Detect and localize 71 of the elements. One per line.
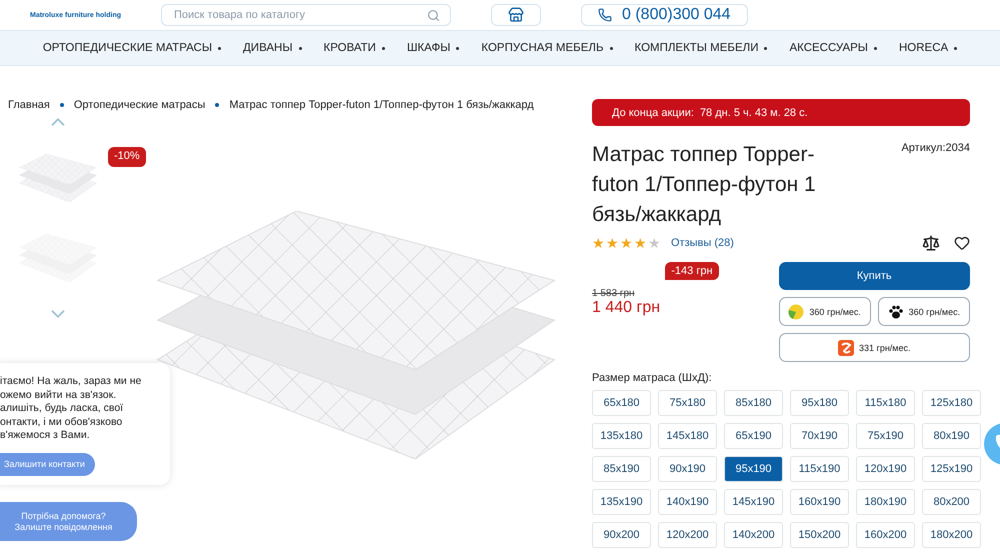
stores-button[interactable] bbox=[491, 4, 541, 26]
size-option[interactable]: 65x190 bbox=[724, 423, 783, 449]
size-option[interactable]: 75x180 bbox=[658, 390, 717, 416]
size-option[interactable]: 125x190 bbox=[922, 456, 981, 482]
search-field[interactable]: Поиск товара по каталогу bbox=[172, 8, 402, 22]
nav-link[interactable]: КОРПУСНАЯ МЕБЕЛЬ bbox=[481, 42, 612, 54]
breadcrumb-link[interactable]: Главная bbox=[8, 99, 50, 111]
lemon-icon bbox=[788, 304, 804, 320]
size-option[interactable]: 180x190 bbox=[856, 489, 915, 515]
phone-number[interactable]: 0 (800)300 044 bbox=[622, 6, 731, 24]
size-option[interactable]: 95x190 bbox=[724, 456, 783, 482]
reviews-link[interactable]: Отзывы (28) bbox=[671, 237, 734, 249]
size-option[interactable]: 125x180 bbox=[922, 390, 981, 416]
nav-link[interactable]: ДИВАНЫ bbox=[243, 42, 302, 54]
discount-badge: -10% bbox=[108, 147, 146, 167]
old-price: 1 583 грн bbox=[592, 288, 636, 299]
size-option[interactable]: 140x190 bbox=[658, 489, 717, 515]
breadcrumb-dot bbox=[60, 103, 64, 107]
store-icon bbox=[508, 7, 524, 23]
size-option[interactable]: 65x180 bbox=[592, 390, 651, 416]
shield-logo-icon bbox=[838, 340, 854, 356]
size-option[interactable]: 135x190 bbox=[592, 489, 651, 515]
size-option[interactable]: 85x180 bbox=[724, 390, 783, 416]
nav-link[interactable]: КОМПЛЕКТЫ МЕБЕЛИ bbox=[634, 42, 768, 54]
size-option[interactable]: 160x190 bbox=[790, 489, 849, 515]
size-option[interactable]: 160x200 bbox=[856, 522, 915, 548]
price: 1 440 грн bbox=[592, 299, 662, 317]
product-title: Матрас топпер Topper-futon 1/Топпер-футон 1 бязь/жаккард bbox=[592, 142, 817, 228]
size-option[interactable]: 95x180 bbox=[790, 390, 849, 416]
size-option[interactable]: 115x190 bbox=[790, 456, 849, 482]
size-option[interactable]: 145x180 bbox=[658, 423, 717, 449]
size-option[interactable]: 80x190 bbox=[922, 423, 981, 449]
nav-link[interactable]: КРОВАТИ bbox=[324, 42, 385, 54]
nav-link[interactable]: HORECA bbox=[898, 42, 958, 54]
size-option[interactable]: 140x200 bbox=[724, 522, 783, 548]
size-option[interactable]: 75x190 bbox=[856, 423, 915, 449]
heart-icon[interactable] bbox=[954, 235, 970, 251]
installment-button[interactable]: 360 грн/мес. bbox=[878, 297, 970, 326]
size-option[interactable]: 115x180 bbox=[856, 390, 915, 416]
size-option[interactable]: 135x180 bbox=[592, 423, 651, 449]
size-option[interactable]: 80x200 bbox=[922, 489, 981, 515]
nav-link[interactable]: ШКАФЫ bbox=[406, 42, 460, 54]
size-option[interactable]: 85x190 bbox=[592, 456, 651, 482]
size-label: Размер матраса (ШхД): bbox=[592, 372, 713, 384]
size-option[interactable]: 70x190 bbox=[790, 423, 849, 449]
breadcrumb-link[interactable]: Матрас топпер Topper-futon 1/Топпер-футон 1 бязь/жаккард bbox=[229, 99, 534, 111]
size-option[interactable]: 180x200 bbox=[922, 522, 981, 548]
installment-button[interactable]: 331 грн/мес. bbox=[778, 333, 970, 362]
paw-icon bbox=[888, 304, 904, 320]
breadcrumb-dot bbox=[215, 103, 220, 107]
size-option[interactable]: 120x190 bbox=[856, 456, 915, 482]
search-icon bbox=[427, 8, 440, 22]
installment-button[interactable]: 360 грн/мес. bbox=[778, 297, 871, 326]
size-option[interactable]: 145x190 bbox=[724, 489, 783, 515]
size-option[interactable]: 90x200 bbox=[592, 522, 651, 548]
countdown-text: 78 дн. 5 ч. 43 м. 28 с. bbox=[700, 106, 808, 118]
nav-link[interactable]: ОРТОПЕДИЧЕСКИЕ МАТРАСЫ bbox=[42, 42, 222, 54]
buy-button[interactable]: Купить bbox=[778, 262, 970, 290]
size-option[interactable]: 150x200 bbox=[790, 522, 849, 548]
chat-message: ітаємо! На жаль, зараз ми не ожемо вийти на зв'язок. алишіть, будь ласка, свої онтакти, і ми обов'язково в'яжемося з Вами. bbox=[0, 375, 142, 442]
discount-tag: -143 грн bbox=[665, 262, 719, 280]
compare-scale-icon[interactable] bbox=[922, 234, 940, 252]
phone-icon bbox=[598, 8, 612, 22]
size-option[interactable]: 120x200 bbox=[658, 522, 717, 548]
breadcrumb-link[interactable]: Ортопедические матрасы bbox=[74, 99, 206, 111]
sku-text: Артикул:2034 bbox=[901, 142, 970, 156]
star-rating: ★★★★★ bbox=[592, 235, 661, 251]
promo-label: До конца акции: bbox=[612, 106, 694, 118]
size-option[interactable]: 90x190 bbox=[658, 456, 717, 482]
nav-link[interactable]: АКСЕССУАРЫ bbox=[789, 42, 877, 54]
search-box[interactable]: Поиск товара по каталогу bbox=[161, 4, 451, 26]
